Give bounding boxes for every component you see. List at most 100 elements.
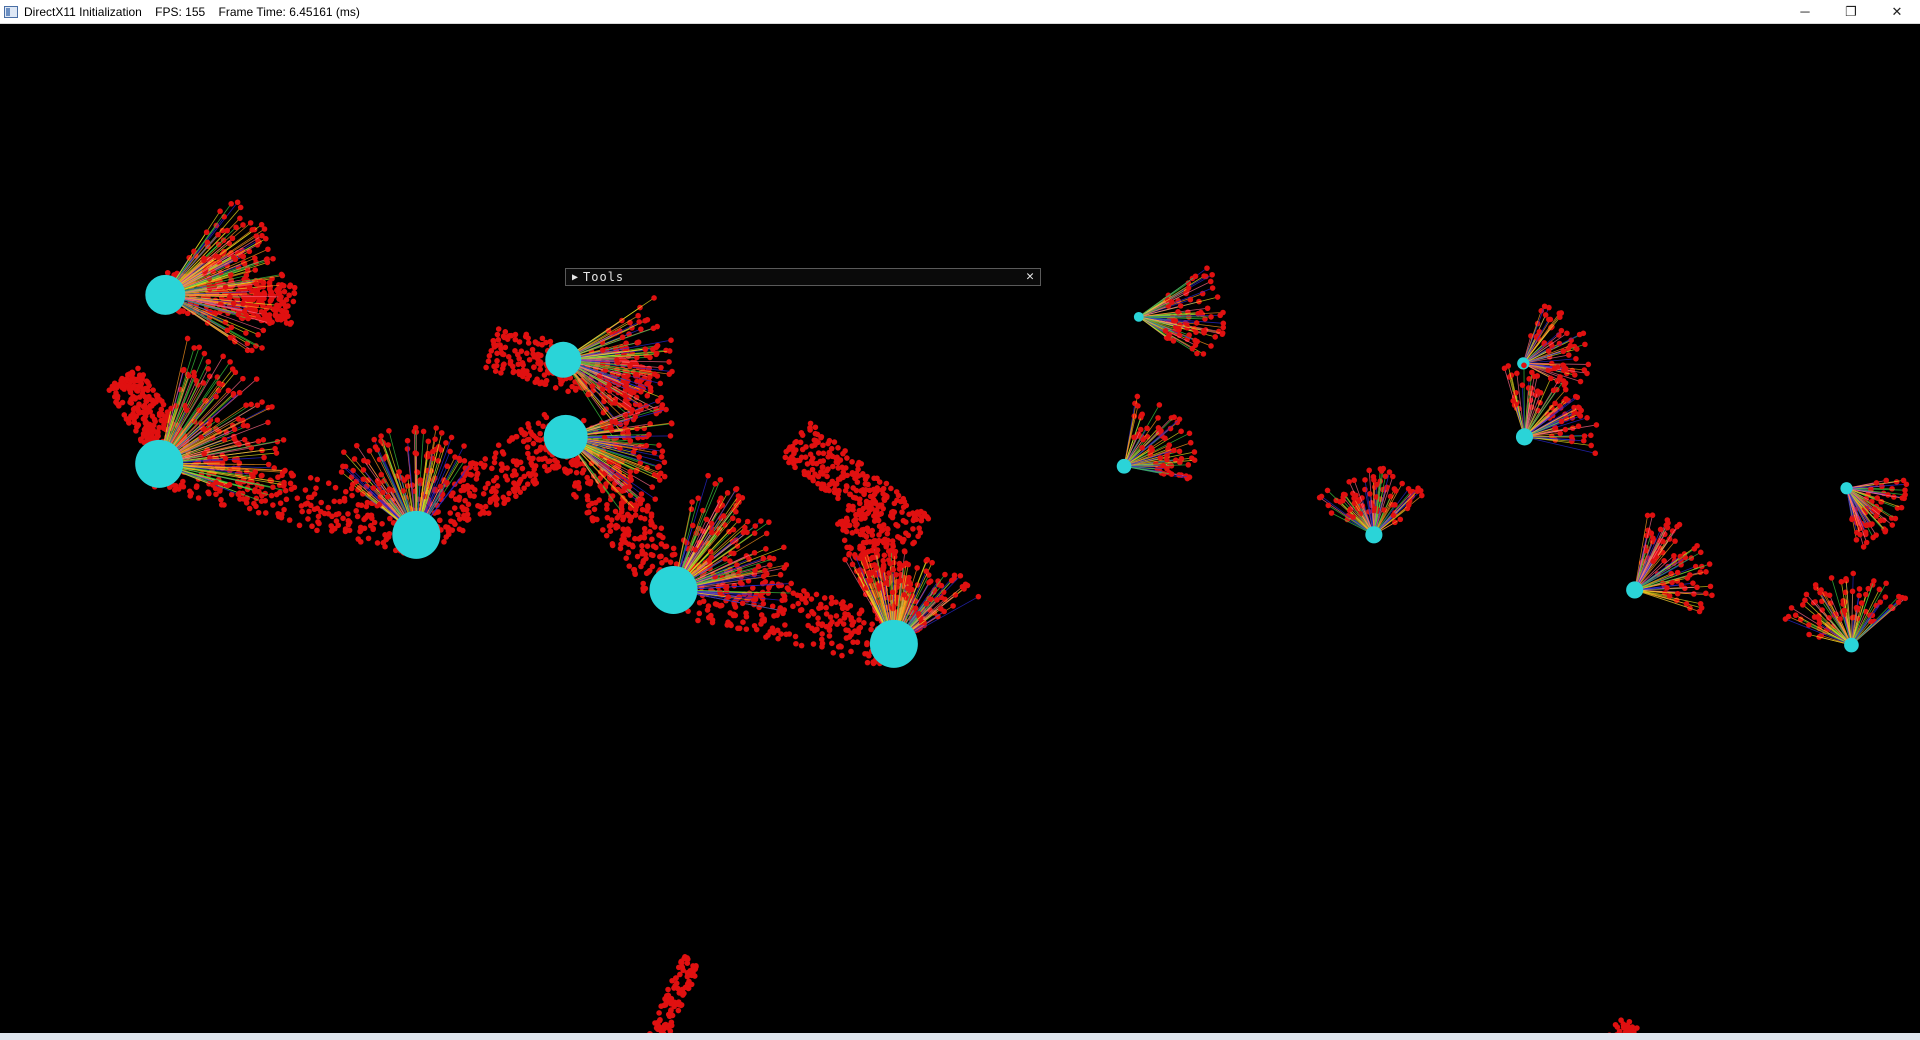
particle-point bbox=[603, 532, 610, 539]
particle-point bbox=[478, 460, 484, 467]
particle-point bbox=[111, 380, 118, 387]
particle-point bbox=[261, 454, 267, 461]
particle-point bbox=[1189, 345, 1196, 352]
particle-point bbox=[492, 493, 499, 500]
particle-point bbox=[742, 524, 748, 531]
particle-point bbox=[818, 604, 824, 611]
particle-point bbox=[552, 385, 559, 391]
particle-point bbox=[1707, 583, 1714, 590]
particle-point bbox=[796, 457, 803, 464]
particle-point bbox=[651, 371, 658, 377]
particle-point bbox=[1552, 365, 1558, 372]
particle-point bbox=[338, 469, 345, 475]
particle-point bbox=[241, 294, 247, 301]
particle-point bbox=[380, 489, 386, 496]
particle-point bbox=[524, 350, 530, 357]
particle-point bbox=[692, 547, 699, 553]
particle-point bbox=[1580, 438, 1587, 444]
particle-point bbox=[903, 530, 909, 536]
particle-point bbox=[123, 416, 130, 422]
particle-point bbox=[1178, 428, 1184, 435]
particle-point bbox=[266, 320, 273, 326]
particle-point bbox=[281, 288, 288, 295]
particle-point bbox=[1212, 334, 1219, 340]
particle-point bbox=[267, 298, 274, 304]
particle-point bbox=[770, 629, 777, 636]
particle-point bbox=[195, 495, 202, 501]
particle-point bbox=[259, 232, 265, 239]
particle-point bbox=[235, 491, 242, 498]
particle-point bbox=[862, 650, 868, 657]
render-viewport[interactable] bbox=[0, 23, 1920, 1033]
particle-point bbox=[864, 640, 870, 646]
particle-point bbox=[629, 407, 636, 413]
particle-point bbox=[525, 340, 532, 346]
particle-point bbox=[658, 541, 665, 547]
particle-point bbox=[635, 312, 641, 319]
particle-point bbox=[299, 508, 305, 515]
particle-point bbox=[924, 514, 930, 520]
particle-point bbox=[643, 442, 650, 449]
particle-point bbox=[229, 366, 236, 372]
particle-point bbox=[759, 617, 765, 624]
particle-point bbox=[903, 560, 909, 567]
particle-point bbox=[642, 585, 649, 592]
particle-point bbox=[1186, 474, 1193, 480]
particle-point bbox=[900, 504, 907, 510]
particle-point bbox=[495, 326, 502, 332]
particle-point bbox=[302, 487, 309, 493]
particle-point bbox=[1418, 492, 1425, 499]
particle-point bbox=[340, 463, 346, 470]
particle-point bbox=[1550, 387, 1557, 394]
particle-point bbox=[689, 499, 695, 505]
particle-point bbox=[456, 497, 462, 503]
restore-button[interactable]: ❐ bbox=[1828, 0, 1874, 23]
particle-point bbox=[869, 621, 875, 627]
particle-point bbox=[667, 433, 674, 439]
particle-point bbox=[532, 472, 539, 478]
particle-point bbox=[203, 229, 210, 236]
particle-point bbox=[180, 367, 186, 374]
particle-point bbox=[648, 513, 655, 520]
particle-point bbox=[376, 480, 382, 487]
particle-point bbox=[1649, 512, 1656, 519]
particle-point bbox=[604, 501, 610, 508]
particle-point bbox=[1657, 526, 1664, 533]
close-button[interactable]: ✕ bbox=[1874, 0, 1920, 23]
particle-point bbox=[512, 348, 518, 354]
particle-point bbox=[1560, 362, 1566, 368]
particle-point bbox=[1405, 502, 1412, 508]
particle-point bbox=[1529, 369, 1535, 376]
particle-point bbox=[268, 492, 275, 499]
particle-point bbox=[1351, 477, 1357, 484]
particle-point bbox=[613, 357, 620, 363]
particle-point bbox=[737, 580, 744, 586]
particle-point bbox=[869, 527, 876, 534]
particle-point bbox=[509, 363, 516, 370]
particle-point bbox=[493, 501, 500, 508]
particle-point bbox=[912, 605, 919, 612]
particle-point bbox=[335, 522, 342, 529]
particle-point bbox=[844, 455, 850, 461]
particle-point bbox=[383, 536, 390, 543]
particle-point bbox=[258, 498, 265, 504]
particle-point bbox=[1209, 271, 1215, 278]
particle-point bbox=[456, 455, 462, 462]
title-bar[interactable]: DirectX11 Initialization FPS: 155 Frame … bbox=[0, 0, 1920, 24]
particle-point bbox=[626, 563, 633, 569]
particle-point bbox=[805, 470, 812, 476]
particle-point bbox=[584, 474, 591, 481]
joint-sphere bbox=[1626, 581, 1644, 599]
particle-point bbox=[224, 227, 230, 234]
particle-point bbox=[495, 442, 502, 448]
particle-point bbox=[274, 286, 281, 293]
particle-point bbox=[254, 402, 261, 409]
particle-point bbox=[226, 481, 233, 488]
minimize-button[interactable]: ─ bbox=[1782, 0, 1828, 23]
particle-point bbox=[1185, 462, 1192, 468]
particle-point bbox=[853, 511, 859, 518]
particle-point bbox=[364, 512, 371, 519]
particle-point bbox=[494, 331, 501, 338]
particle-point bbox=[259, 472, 265, 479]
particle-point bbox=[897, 577, 904, 584]
